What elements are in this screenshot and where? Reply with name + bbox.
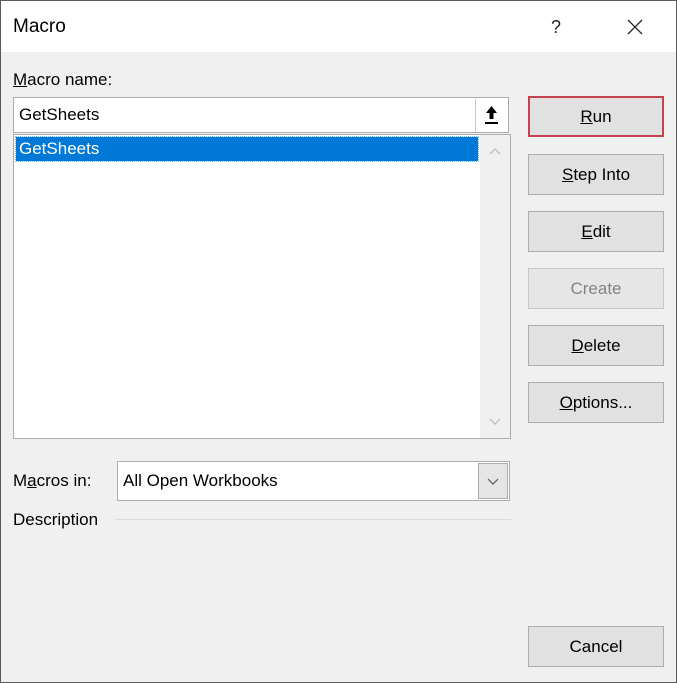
create-button[interactable]: Create xyxy=(528,268,664,309)
run-button[interactable]: Run xyxy=(528,96,664,137)
help-button[interactable]: ? xyxy=(541,13,571,41)
macro-name-input[interactable]: GetSheets xyxy=(13,97,509,133)
options-button[interactable]: Options... xyxy=(528,382,664,423)
dialog-title: Macro xyxy=(13,16,66,37)
close-icon xyxy=(627,19,643,35)
macros-in-value: All Open Workbooks xyxy=(123,471,278,490)
dropdown-button[interactable] xyxy=(478,463,508,499)
delete-button[interactable]: Delete xyxy=(528,325,664,366)
chevron-down-icon xyxy=(487,478,499,485)
step-into-button[interactable]: Step Into xyxy=(528,154,664,195)
scroll-down-icon[interactable] xyxy=(487,416,503,428)
vertical-scrollbar[interactable] xyxy=(480,135,510,438)
title-bar: Macro ? xyxy=(1,1,676,52)
collapse-dialog-button[interactable] xyxy=(475,99,507,131)
collapse-arrow-icon xyxy=(485,106,498,124)
close-button[interactable] xyxy=(617,13,653,41)
description-label: Description xyxy=(13,510,99,529)
macro-name-value: GetSheets xyxy=(19,105,100,124)
macros-in-select[interactable]: All Open Workbooks xyxy=(117,461,510,501)
edit-button[interactable]: Edit xyxy=(528,211,664,252)
cancel-button[interactable]: Cancel xyxy=(528,626,664,667)
macro-dialog: Macro ? Macro name: GetSheets GetSheets xyxy=(0,0,677,683)
description-divider xyxy=(115,519,511,520)
list-item[interactable]: GetSheets xyxy=(15,136,479,162)
macro-name-label: Macro name: xyxy=(13,70,113,89)
macro-list[interactable]: GetSheets xyxy=(13,134,511,439)
macros-in-label: Macros in: xyxy=(13,471,92,490)
scroll-up-icon[interactable] xyxy=(487,145,503,157)
